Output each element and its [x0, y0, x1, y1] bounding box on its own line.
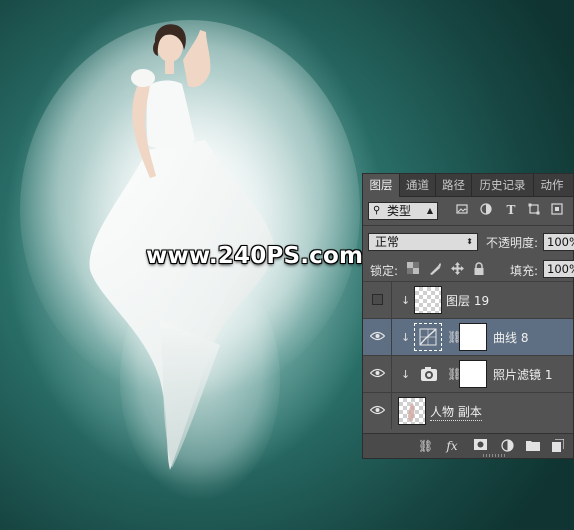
lock-image-pixels-icon[interactable] [429, 262, 442, 275]
lock-position-icon[interactable] [451, 262, 464, 275]
lock-transparent-pixels-icon[interactable] [407, 262, 420, 275]
tab-paths[interactable]: 路径 [436, 174, 472, 196]
layer-filter-row: ⚲ 类型 ▲ T [363, 200, 573, 222]
layer-name[interactable]: 图层 19 [446, 292, 489, 309]
blend-mode-dropdown[interactable]: 正常 ⬍ [368, 233, 478, 251]
dropdown-arrow-icon: ⬍ [466, 237, 473, 246]
filter-kind-label: 类型 [387, 204, 412, 218]
pixel-filter-icon[interactable] [455, 203, 469, 217]
opacity-label: 不透明度: [486, 236, 539, 250]
layer-mask-thumbnail[interactable] [459, 360, 487, 388]
blend-row: 正常 ⬍ 不透明度: 100% [363, 231, 574, 253]
adjustment-icon[interactable] [500, 439, 514, 453]
clipping-arrow-icon: ↓ [401, 294, 411, 307]
eye-icon [370, 405, 385, 415]
layer-name[interactable]: 人物 副本 [430, 403, 482, 421]
layers-bottom-toolbar: ⛓ fx [363, 433, 573, 458]
curves-icon [419, 328, 437, 346]
eye-icon [370, 331, 385, 341]
fill-input[interactable]: 100% [543, 260, 574, 278]
layer-mask-thumbnail[interactable] [459, 323, 487, 351]
panel-tab-bar: 图层 通道 路径 历史记录 动作 [363, 174, 573, 197]
photo-filter-icon [420, 366, 438, 385]
type-filter-icon[interactable]: T [504, 203, 518, 217]
fx-icon[interactable]: fx [445, 439, 459, 453]
tab-layers[interactable]: 图层 [363, 174, 400, 197]
group-folder-icon[interactable] [526, 439, 540, 453]
layers-panel: 图层 通道 路径 历史记录 动作 ⚲ 类型 ▲ T 正常 ⬍ 不透明度: 100… [362, 173, 574, 459]
divider [363, 225, 573, 226]
search-icon: ⚲ [373, 205, 381, 216]
tab-actions[interactable]: 动作 [534, 174, 570, 196]
tab-channels[interactable]: 通道 [400, 174, 436, 196]
layer-name[interactable]: 照片滤镜 1 [493, 366, 552, 383]
fill-label: 填充: [510, 264, 539, 278]
blend-mode-value: 正常 [375, 235, 400, 249]
layer-row-person-copy[interactable]: 人物 副本 [363, 392, 573, 429]
lock-all-icon[interactable] [473, 262, 486, 275]
smart-object-filter-icon[interactable] [550, 203, 564, 217]
lock-label: 锁定: [370, 264, 399, 278]
curves-adjustment-thumbnail [414, 323, 442, 351]
watermark-text: www.240PS.com [146, 243, 364, 269]
tab-history[interactable]: 历史记录 [472, 174, 534, 196]
visibility-toggle[interactable] [363, 356, 392, 392]
layer-row-layer19[interactable]: ↓ 图层 19 [363, 281, 573, 318]
visibility-toggle[interactable] [363, 393, 392, 429]
layer-row-curves8[interactable]: ↓ ⛓ 曲线 8 [363, 318, 573, 355]
layer-thumbnail [414, 286, 442, 314]
link-icon[interactable]: ⛓ [418, 439, 433, 453]
opacity-input[interactable]: 100% [543, 233, 574, 251]
panel-resize-grip[interactable] [483, 454, 505, 457]
filter-kind-dropdown[interactable]: ⚲ 类型 ▲ [368, 202, 438, 220]
eye-icon [370, 368, 385, 378]
layer-name[interactable]: 曲线 8 [493, 329, 528, 346]
shape-filter-icon[interactable] [527, 203, 541, 217]
layer-row-photo-filter1[interactable]: ↓ ⛓ 照片滤镜 1 [363, 355, 573, 392]
visibility-toggle[interactable] [363, 319, 392, 355]
person-layer-thumbnail [398, 397, 426, 425]
clipping-arrow-icon: ↓ [401, 331, 411, 344]
adjustment-filter-icon[interactable] [479, 203, 493, 217]
dropdown-arrow-icon: ▲ [426, 206, 433, 215]
hidden-visibility-box [372, 294, 383, 305]
clipping-arrow-icon: ↓ [401, 368, 411, 381]
visibility-toggle[interactable] [363, 282, 392, 318]
new-layer-icon[interactable] [551, 438, 565, 453]
add-mask-icon[interactable] [473, 439, 487, 453]
